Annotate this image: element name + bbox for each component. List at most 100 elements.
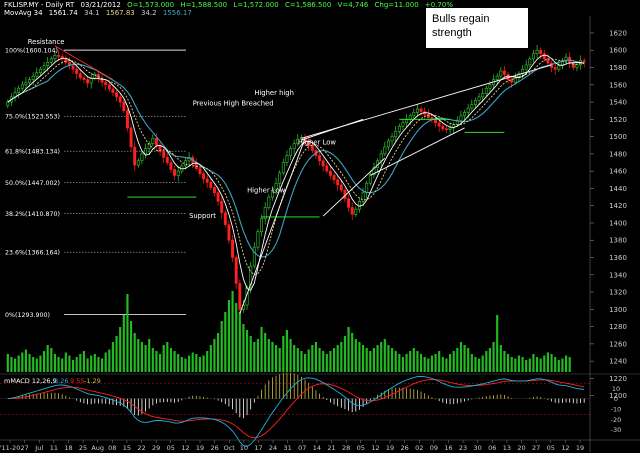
candle-body	[557, 65, 561, 70]
volume-bar	[564, 355, 568, 372]
volume-bar	[314, 342, 318, 372]
volume-bar	[68, 355, 71, 372]
volume-bar	[158, 354, 162, 372]
volume-bar	[39, 355, 42, 372]
volume-bar	[32, 357, 35, 372]
candle-body	[513, 77, 517, 83]
volume-bar	[227, 300, 231, 372]
volume-bar	[115, 336, 118, 372]
chart-annotation: Support	[189, 212, 216, 220]
date-tick-label: 30	[474, 444, 482, 452]
ma-header: MovAvg 34 1561.74 34.1 1567.83 34.2 1556…	[4, 9, 196, 17]
candle-body	[495, 75, 499, 80]
volume-bar	[528, 358, 531, 372]
candle-body	[488, 84, 492, 89]
volume-bar	[340, 342, 343, 372]
fib-level-label: 75.0%(1523.553)	[5, 114, 60, 121]
candle-body	[260, 218, 264, 232]
date-tick-label: 15	[123, 444, 131, 452]
volume-bar	[79, 354, 82, 372]
volume-bar	[184, 358, 187, 372]
volume-bar	[61, 358, 64, 372]
candle-body	[129, 127, 133, 148]
chart-annotation: Resistance	[28, 38, 65, 46]
volume-bar	[543, 355, 546, 372]
volume-bar	[71, 360, 75, 372]
candle-body	[336, 179, 340, 186]
candle-body	[321, 160, 325, 167]
price-tick-label: 1400	[609, 219, 627, 227]
candle-body	[17, 87, 21, 93]
volume-bar	[412, 348, 415, 372]
volume-bar	[191, 352, 194, 372]
candle-body	[499, 70, 503, 77]
candle-body	[289, 148, 293, 156]
candle-body	[502, 70, 506, 75]
volume-bar	[122, 315, 125, 372]
candle-body	[28, 79, 32, 83]
candle-body	[78, 73, 82, 79]
date-tick-label: 20	[517, 444, 525, 452]
symbol-label: FKLISP.MY - Daily RT	[4, 1, 75, 9]
date-tick-label: 21	[327, 444, 335, 452]
volume-bar	[90, 355, 93, 372]
volume-bar	[220, 321, 223, 372]
candle-body	[328, 170, 332, 176]
macd-label: mMACD 12,26,9	[4, 377, 57, 385]
macd-tick-label: -10	[611, 406, 622, 414]
volume-bar	[503, 351, 506, 372]
price-tick-label: 1340	[609, 271, 627, 279]
volume-bar	[93, 354, 96, 372]
candle-body	[535, 49, 539, 54]
volume-bar	[430, 355, 434, 372]
macd-tick-label: -30	[611, 426, 622, 434]
candle-body	[441, 125, 445, 130]
moving-averages	[7, 54, 585, 291]
volume-bar	[380, 342, 383, 372]
volume-bar	[485, 351, 488, 372]
price-tick-label: 1500	[609, 133, 627, 141]
note-line-2: strength	[432, 27, 472, 39]
volume-bar	[13, 358, 17, 372]
candle-body	[481, 93, 485, 98]
date-tick-label: 16	[444, 444, 452, 452]
candle-body	[477, 96, 481, 101]
fib-level-label: 23.6%(1366.164)	[5, 250, 60, 257]
volume-bar	[347, 327, 350, 372]
price-tick-label: 1260	[609, 340, 627, 348]
candle-body	[125, 110, 129, 129]
date-tick-label: 14	[313, 444, 321, 452]
candle-body	[524, 64, 528, 70]
volume-bar	[488, 348, 492, 372]
volume-bar	[75, 357, 78, 372]
volume-bar	[506, 354, 510, 372]
volume-bar	[307, 349, 310, 372]
volume-bar	[216, 333, 220, 372]
resistance-trendline	[54, 45, 114, 80]
candle-body	[223, 212, 227, 225]
volume-bar	[166, 342, 169, 372]
candle-body	[104, 81, 108, 86]
price-tick-label: 1580	[609, 64, 627, 72]
candle-body	[183, 160, 187, 167]
date-tick-label: Aug	[91, 444, 104, 452]
volume-bar	[86, 358, 89, 372]
volume-bar	[10, 357, 13, 372]
candle-body	[412, 112, 416, 117]
volume-bar	[82, 351, 86, 372]
candle-body	[133, 146, 137, 166]
volume-bar	[256, 339, 260, 372]
chart-annotation: Higher high	[254, 89, 294, 97]
volume-bar	[405, 354, 408, 372]
volume-bar	[271, 342, 274, 372]
volume-bar	[108, 349, 111, 372]
volume-bar	[151, 348, 154, 372]
volume-bar	[452, 351, 455, 372]
price-tick-label: 1420	[609, 202, 627, 210]
price-tick-label: 1240	[609, 358, 627, 366]
candle-body	[75, 68, 79, 74]
volume-bar	[242, 324, 245, 372]
volume-bar	[427, 358, 430, 372]
date-tick-label: '11-20	[0, 444, 20, 452]
volume-bar	[369, 351, 372, 372]
